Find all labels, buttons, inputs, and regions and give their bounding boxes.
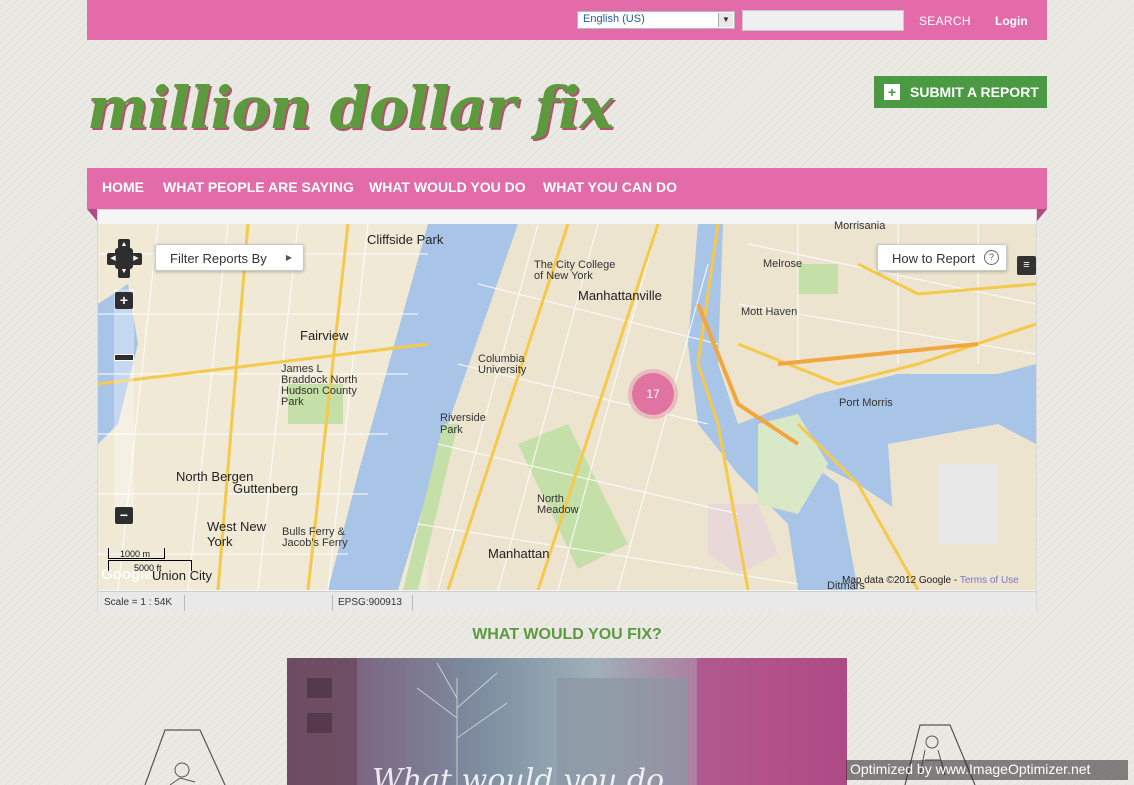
map-label: West New York [207,519,266,549]
login-link[interactable]: Login [995,14,1028,28]
left-illustration [144,729,226,785]
language-select[interactable]: English (US) ▼ [577,11,735,29]
map-label: Mott Haven [741,306,798,318]
attribution-text: Map data ©2012 Google - [842,575,958,586]
search-input[interactable] [742,10,904,31]
pan-left-icon[interactable]: ◀ [107,253,119,265]
scale-imperial-label: 5000 ft [134,563,162,573]
filter-reports-label: Filter Reports By [170,251,267,266]
terms-of-use-link[interactable]: Terms of Use [960,575,1019,586]
plus-icon: + [884,84,900,100]
chevron-down-icon[interactable]: ▼ [718,13,733,27]
map-label: Bulls Ferry & Jacob's Ferry [282,526,348,549]
map-label: Cliffside Park [367,232,444,247]
status-divider [332,595,333,611]
layers-icon[interactable]: ≡ [1017,256,1036,275]
map-label: Melrose [763,258,803,270]
main-nav: HOME WHAT PEOPLE ARE SAYING WHAT WOULD Y… [87,168,1047,209]
site-logo[interactable]: million dollar fix [87,74,614,142]
help-icon: ? [984,250,999,265]
map-attribution: Map data ©2012 Google - Terms of Use [842,575,1019,586]
video-title: What would you do [372,763,665,785]
nav-ribbon-fold-left [87,209,97,221]
map-label: Columbia University [478,353,527,376]
status-divider [412,595,413,611]
map-label: James L Braddock North Hudson County Par… [281,363,358,408]
search-button[interactable]: SEARCH [919,14,971,28]
chevron-right-icon: ▶ [285,253,292,262]
submit-report-label: SUBMIT A REPORT [910,84,1039,100]
zoom-out-button[interactable]: − [115,507,133,524]
zoom-slider-track[interactable] [114,289,134,524]
map-status-bar: Scale = 1 : 54K EPSG:900913 [98,591,1036,613]
map-label: Riverside Park [440,412,486,436]
report-cluster-marker[interactable]: 17 [632,373,674,415]
pan-right-icon[interactable]: ▶ [130,253,142,265]
how-to-report-label: How to Report [892,251,976,266]
nav-home[interactable]: HOME [102,179,144,195]
zoom-in-button[interactable]: + [115,292,133,309]
map-label: Port Morris [839,397,893,409]
nav-what-you-can-do[interactable]: WHAT YOU CAN DO [543,179,677,195]
video-player[interactable]: What would you do [287,658,847,785]
zoom-slider-handle[interactable] [114,354,134,361]
pan-control[interactable]: ▲ ▼ ◀ ▶ [107,239,142,279]
map-label: Guttenberg [233,481,299,496]
how-to-report-button[interactable]: How to Report ? [877,244,1007,271]
map-label: Manhattan [488,546,550,561]
map-label: Morrisania [834,220,886,232]
submit-report-button[interactable]: + SUBMIT A REPORT [874,76,1047,108]
map-label: The City College of New York [534,259,616,282]
watermark: Optimized by www.ImageOptimizer.net [846,760,1128,780]
map-label: Fairview [300,328,349,343]
language-value: English (US) [583,13,645,25]
status-divider [184,595,185,611]
pan-down-icon[interactable]: ▼ [118,266,130,278]
scale-metric-label: 1000 m [120,549,151,559]
nav-ribbon-fold-right [1037,209,1047,221]
map-label: Manhattanville [578,288,662,303]
filter-reports-dropdown[interactable]: Filter Reports By ▶ [155,244,304,271]
pan-up-icon[interactable]: ▲ [118,239,130,251]
scale-readout: Scale = 1 : 54K [104,597,173,608]
nav-what-would-you-do[interactable]: WHAT WOULD YOU DO [369,179,526,195]
map-label: North Meadow [537,493,579,516]
section-title: WHAT WOULD YOU FIX? [472,626,662,643]
epsg-readout: EPSG:900913 [338,597,402,608]
nav-what-people-are-saying[interactable]: WHAT PEOPLE ARE SAYING [163,179,354,195]
